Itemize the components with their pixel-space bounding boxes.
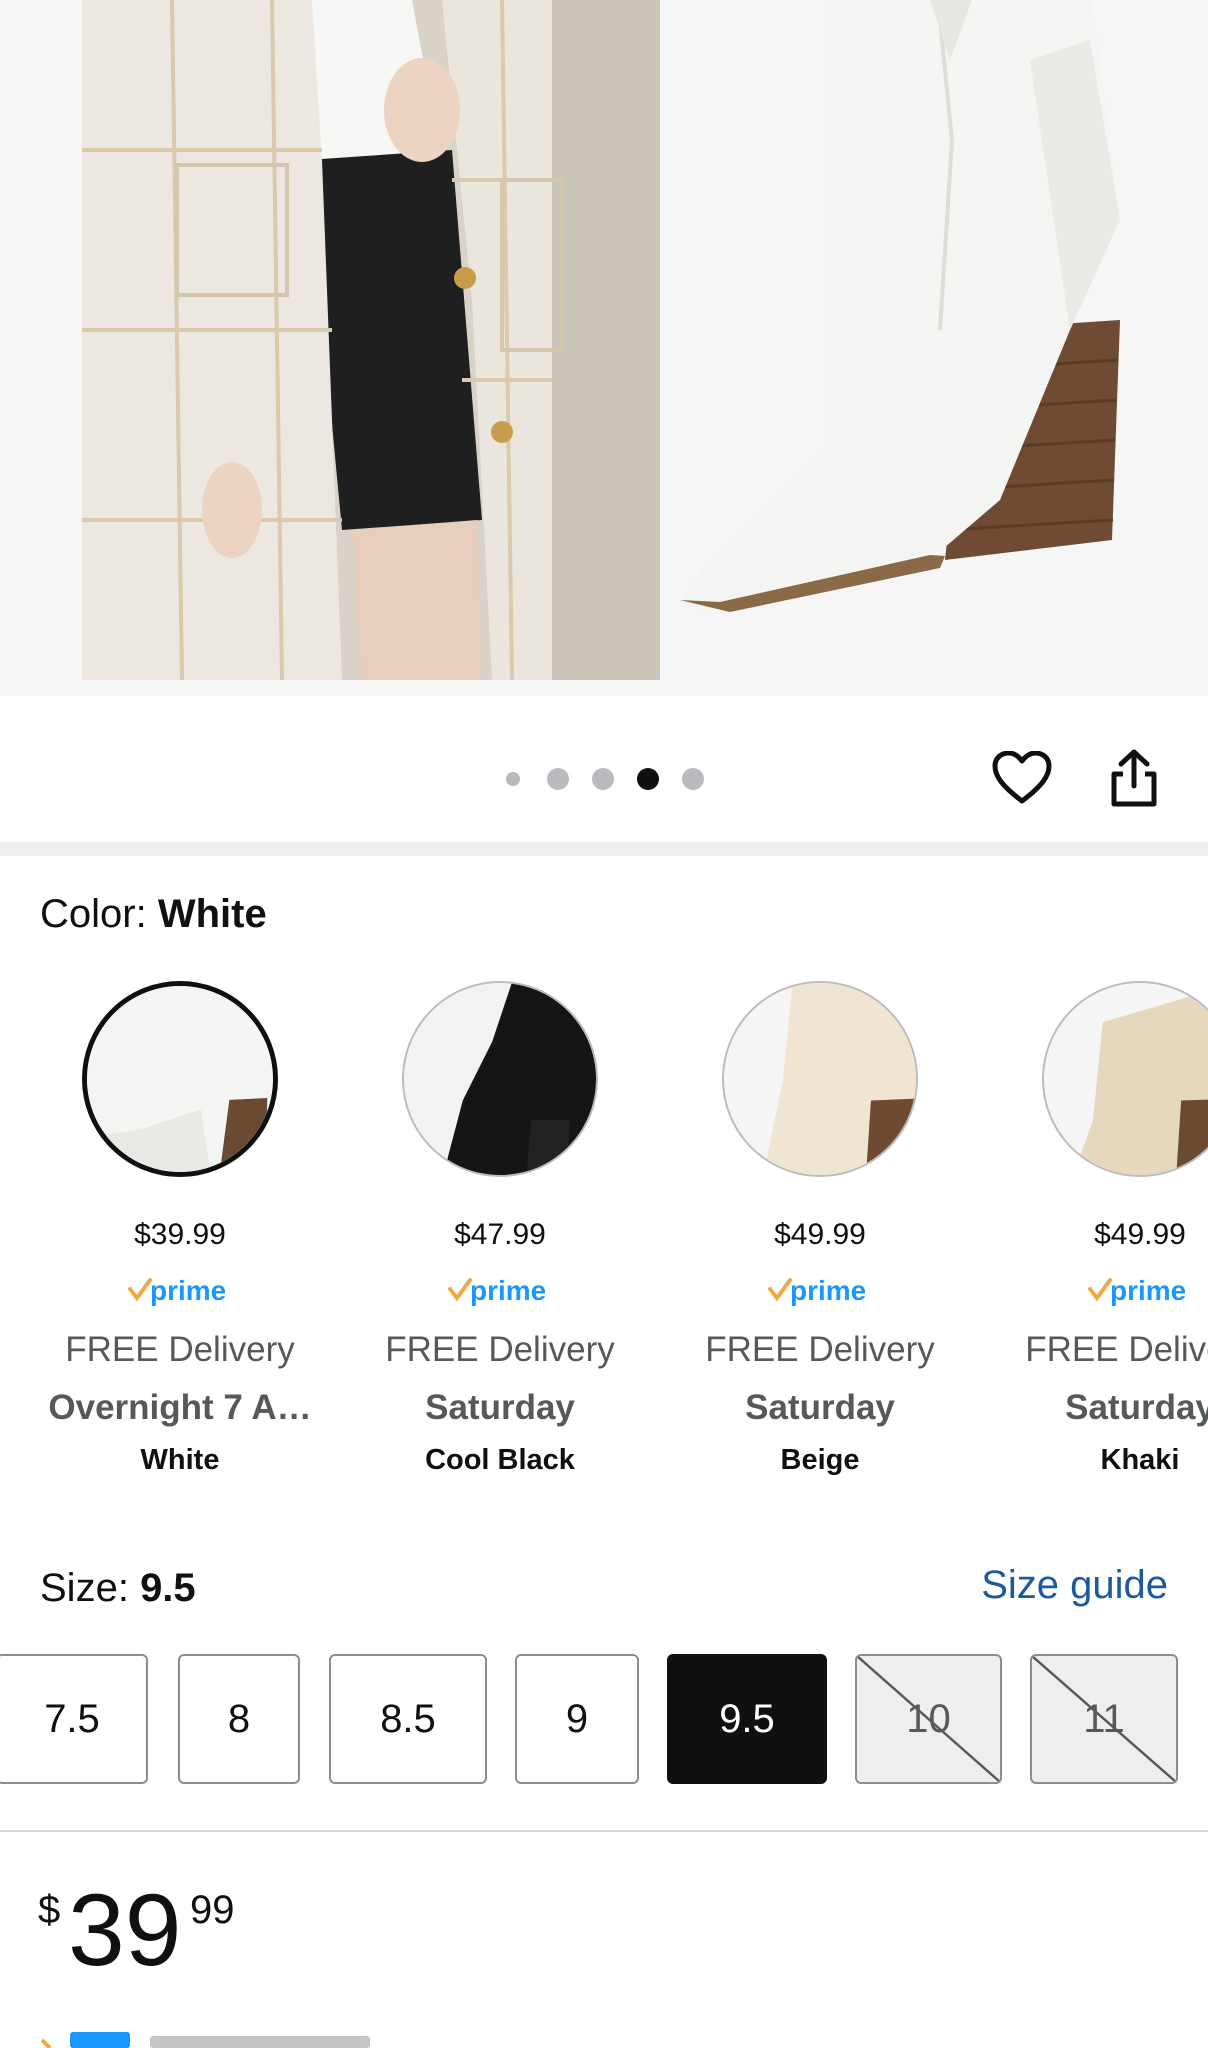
unavailable-slash-icon [1032,1656,1176,1782]
boot-photo [600,0,1208,696]
size-option-selected[interactable]: 9.5 [667,1654,827,1784]
svg-text:prime: prime [790,1275,866,1306]
size-label: 9.5 [719,1696,775,1741]
svg-text:prime: prime [470,1275,546,1306]
color-heading: Color: White [40,892,267,937]
option-price: $47.99 [454,1218,546,1251]
prime-badge: prime [20,1274,340,1308]
gallery-controls [0,696,1208,842]
color-name: Beige [780,1444,860,1476]
boot-thumbnail [404,983,596,1175]
delivery-date: Saturday [745,1388,895,1427]
color-swatch[interactable] [1042,981,1208,1177]
size-label: 8.5 [380,1696,436,1741]
price-whole: 39 [68,1873,182,1987]
size-label-text: Size: [40,1566,129,1610]
pager-dot[interactable] [682,768,704,790]
delivery-text: FREE Delivery [65,1330,295,1369]
share-icon [1111,749,1157,807]
color-name: Cool Black [425,1444,575,1476]
color-name: White [140,1444,220,1476]
color-swatch[interactable] [722,981,918,1177]
prime-badge: prime [660,1274,980,1308]
selected-color: White [157,892,267,936]
delivery-text: FREE Delivery [385,1330,615,1369]
svg-text:prime: prime [150,1275,226,1306]
prime-badge: prime [980,1274,1208,1308]
size-label: 9 [565,1696,589,1741]
option-price: $39.99 [134,1218,226,1251]
option-price: $49.99 [1094,1218,1186,1251]
svg-text:prime: prime [1110,1275,1186,1306]
size-option[interactable]: 9 [515,1654,639,1784]
delivery-date: Saturday [1065,1388,1208,1427]
pager-dot-active[interactable] [637,768,659,790]
price-divider [0,1830,1208,1832]
price-currency: $ [38,1888,61,1932]
delivery-text: FREE Delivery [1025,1330,1208,1369]
delivery-text: FREE Delivery [705,1330,935,1369]
color-options: $39.99 prime FREE Delivery Overnight 7 A… [0,978,1208,1498]
color-swatch[interactable] [402,981,598,1177]
prime-badge: prime [340,1274,660,1308]
product-image[interactable] [0,0,1208,696]
delivery-date: Saturday [425,1388,575,1427]
section-divider [0,842,1208,856]
boot-thumbnail [1044,983,1208,1175]
unavailable-slash-icon [857,1656,1000,1782]
size-guide-link[interactable]: Size guide [981,1563,1168,1608]
boot-thumbnail [87,986,273,1172]
size-option-unavailable[interactable]: 11 [1030,1654,1178,1784]
prime-delivery-teaser [0,2020,1208,2048]
size-option[interactable]: 8.5 [329,1654,487,1784]
color-name: Khaki [1100,1444,1180,1476]
selected-size: 9.5 [140,1566,196,1610]
wishlist-button[interactable] [992,748,1052,808]
color-label-text: Color: [40,892,147,936]
size-options: 7.5 8 8.5 9 9.5 10 11 [0,1654,1208,1786]
size-option[interactable]: 7.5 [0,1654,148,1784]
model-photo [82,0,660,680]
pager-dot[interactable] [547,768,569,790]
size-label: 8 [227,1696,251,1741]
option-price: $49.99 [774,1218,866,1251]
size-option-unavailable[interactable]: 10 [855,1654,1002,1784]
boot-thumbnail [724,983,916,1175]
pager-dot[interactable] [506,772,520,786]
share-button[interactable] [1104,746,1164,810]
color-swatch[interactable] [82,981,278,1177]
price-fraction: 99 [190,1888,235,1932]
heart-icon [992,751,1052,804]
pager-dot[interactable] [592,768,614,790]
size-option[interactable]: 8 [178,1654,300,1784]
size-heading: Size: 9.5 [40,1566,196,1611]
size-label: 7.5 [44,1696,100,1741]
delivery-date: Overnight 7 A… [48,1388,312,1427]
